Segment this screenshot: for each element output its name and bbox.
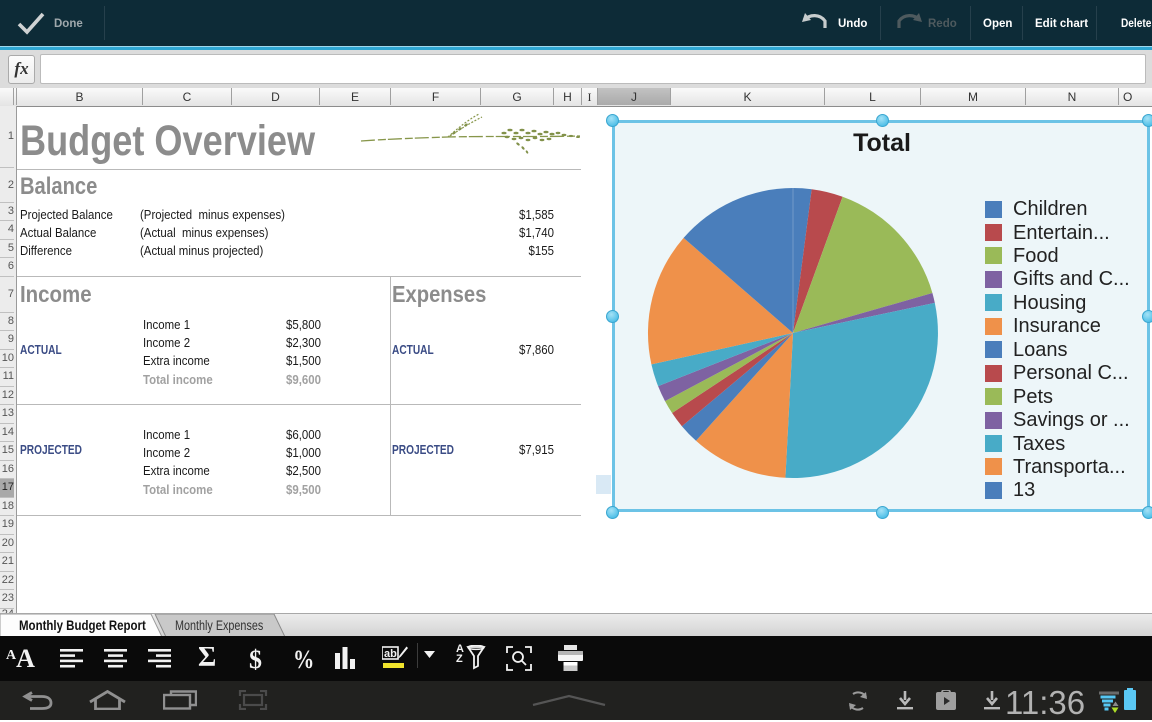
svg-text:ab: ab [384, 648, 397, 660]
